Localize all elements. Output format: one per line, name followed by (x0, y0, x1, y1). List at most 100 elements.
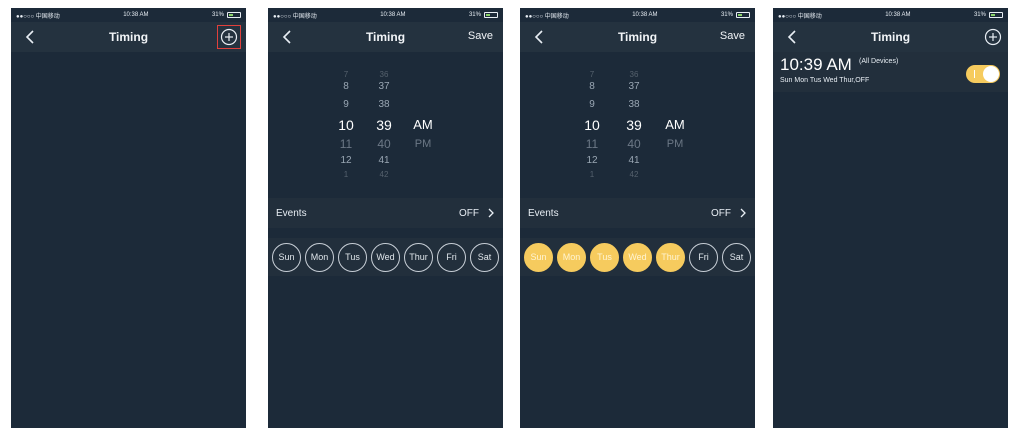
day-fri[interactable]: Fri (437, 242, 466, 272)
minute-option[interactable]: 40 (364, 137, 404, 151)
carrier-signal: ●●○○○ 中国移动 (525, 13, 569, 20)
clock: 10:38 AM (380, 12, 406, 18)
timer-scope: (All Devices) (859, 58, 899, 65)
weekday-selector: Sun Mon Tus Wed Thur Fri Sat (268, 238, 503, 276)
page-title: Timing (870, 30, 911, 44)
minute-option[interactable]: 38 (618, 99, 650, 110)
back-icon[interactable] (533, 29, 547, 45)
timer-list-item[interactable]: 10:39 AM (All Devices) Sun Mon Tus Wed T… (773, 52, 1008, 92)
minute-option[interactable]: 42 (622, 170, 646, 179)
time-picker[interactable]: 7 8 9 10 11 12 1 36 37 38 39 40 41 42 AM… (268, 66, 503, 181)
battery-icon (226, 12, 241, 18)
ampm-selected[interactable]: AM (660, 117, 690, 132)
timer-time: 10:39 AM (780, 55, 852, 74)
screen-timing-empty: ●●○○○ 中国移动 10:38 AM 31% Timing (11, 8, 246, 428)
minute-selected[interactable]: 39 (364, 117, 404, 133)
battery-percent: 31% (468, 12, 481, 18)
page-title: Timing (108, 30, 149, 44)
day-sat[interactable]: Sat (470, 242, 499, 272)
hour-option[interactable]: 8 (582, 81, 602, 92)
minute-option[interactable]: 41 (618, 155, 650, 166)
battery-percent: 31% (973, 12, 986, 18)
minute-option[interactable]: 37 (622, 81, 646, 92)
minute-selected[interactable]: 39 (614, 117, 654, 133)
status-bar: ●●○○○ 中国移动 10:38 AM 31% (520, 8, 755, 22)
plus-circle-icon[interactable] (217, 25, 241, 49)
timer-days: Sun Mon Tus Wed Thur,OFF (780, 77, 870, 84)
battery-percent: 31% (211, 12, 224, 18)
day-sun-selected[interactable]: Sun (524, 242, 553, 272)
battery-icon (735, 12, 750, 18)
minute-option[interactable]: 36 (622, 70, 646, 79)
status-bar: ●●○○○ 中国移动 10:38 AM 31% (773, 8, 1008, 22)
minute-option[interactable]: 41 (368, 155, 400, 166)
day-thur-selected[interactable]: Thur (656, 242, 685, 272)
hour-option[interactable]: 1 (336, 170, 356, 179)
toggle-on-mark (974, 70, 975, 78)
battery-percent: 31% (720, 12, 733, 18)
events-value: OFF (711, 207, 731, 219)
toggle-knob (983, 66, 999, 82)
page-title: Timing (365, 30, 406, 44)
carrier-signal: ●●○○○ 中国移动 (778, 13, 822, 20)
hour-option[interactable]: 11 (328, 137, 364, 151)
chevron-right-icon (488, 208, 494, 218)
minute-option[interactable]: 38 (368, 99, 400, 110)
events-value: OFF (459, 207, 479, 219)
back-icon[interactable] (281, 29, 295, 45)
hour-selected[interactable]: 10 (328, 117, 364, 133)
nav-bar: Timing (773, 22, 1008, 52)
clock: 10:38 AM (885, 12, 911, 18)
day-mon-selected[interactable]: Mon (557, 242, 586, 272)
hour-option[interactable]: 8 (336, 81, 356, 92)
minute-option[interactable]: 42 (372, 170, 396, 179)
day-thur[interactable]: Thur (404, 242, 433, 272)
back-icon[interactable] (24, 29, 38, 45)
battery-icon (483, 12, 498, 18)
carrier-signal: ●●○○○ 中国移动 (273, 13, 317, 20)
events-label: Events (528, 207, 559, 219)
day-wed[interactable]: Wed (371, 242, 400, 272)
hour-option[interactable]: 11 (574, 137, 610, 151)
clock: 10:38 AM (123, 12, 149, 18)
chevron-right-icon (740, 208, 746, 218)
day-sun[interactable]: Sun (272, 242, 301, 272)
save-button[interactable]: Save (468, 30, 493, 42)
hour-option[interactable]: 9 (332, 99, 360, 110)
hour-selected[interactable]: 10 (574, 117, 610, 133)
carrier-signal: ●●○○○ 中国移动 (16, 13, 60, 20)
ampm-option[interactable]: PM (408, 138, 438, 150)
hour-option[interactable]: 12 (578, 155, 606, 166)
day-tus-selected[interactable]: Tus (590, 242, 619, 272)
minute-option[interactable]: 40 (614, 137, 654, 151)
plus-circle-icon[interactable] (984, 28, 1002, 46)
day-sat[interactable]: Sat (722, 242, 751, 272)
status-bar: ●●○○○ 中国移动 10:38 AM 31% (268, 8, 503, 22)
status-bar: ●●○○○ 中国移动 10:38 AM 31% (11, 8, 246, 22)
day-tus[interactable]: Tus (338, 242, 367, 272)
timer-toggle[interactable] (966, 65, 1000, 83)
nav-bar: Timing Save (520, 22, 755, 52)
minute-option[interactable]: 37 (372, 81, 396, 92)
hour-option[interactable]: 9 (578, 99, 606, 110)
nav-bar: Timing (11, 22, 246, 52)
hour-option[interactable]: 7 (336, 70, 356, 79)
battery-icon (988, 12, 1003, 18)
hour-option[interactable]: 7 (582, 70, 602, 79)
time-picker[interactable]: 7 8 9 10 11 12 1 36 37 38 39 40 41 42 AM… (520, 66, 755, 181)
events-label: Events (276, 207, 307, 219)
screen-timing-editor: ●●○○○ 中国移动 10:38 AM 31% Timing Save 7 8 … (268, 8, 503, 428)
minute-option[interactable]: 36 (372, 70, 396, 79)
back-icon[interactable] (786, 29, 800, 45)
weekday-selector: Sun Mon Tus Wed Thur Fri Sat (520, 238, 755, 276)
hour-option[interactable]: 1 (582, 170, 602, 179)
save-button[interactable]: Save (720, 30, 745, 42)
hour-option[interactable]: 12 (332, 155, 360, 166)
events-row[interactable]: Events OFF (268, 198, 503, 228)
day-fri[interactable]: Fri (689, 242, 718, 272)
ampm-option[interactable]: PM (660, 138, 690, 150)
ampm-selected[interactable]: AM (408, 117, 438, 132)
day-wed-selected[interactable]: Wed (623, 242, 652, 272)
events-row[interactable]: Events OFF (520, 198, 755, 228)
day-mon[interactable]: Mon (305, 242, 334, 272)
